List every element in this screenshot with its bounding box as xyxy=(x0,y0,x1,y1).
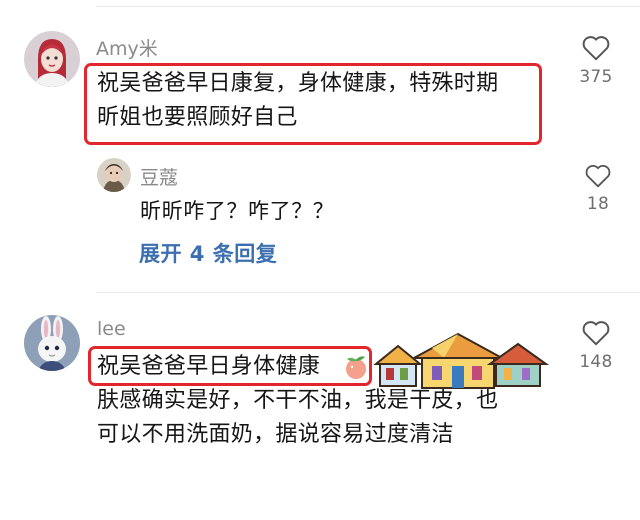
comment-line: 可以不用洗面奶，据说容易过度清洁 xyxy=(97,422,454,447)
username-amy[interactable]: Amy米 xyxy=(96,34,158,61)
like-count-lee: 148 xyxy=(579,352,613,372)
avatar-lee[interactable] xyxy=(24,315,80,371)
heart-icon xyxy=(582,36,610,61)
expand-replies-link[interactable]: 展开 4 条回复 xyxy=(139,238,277,268)
avatar-lee-image xyxy=(24,315,80,371)
avatar-amy[interactable] xyxy=(24,31,80,87)
username-doukou[interactable]: 豆蔻 xyxy=(140,163,178,190)
comment-divider xyxy=(96,292,640,293)
carnival-tent-sticker xyxy=(373,332,550,389)
like-button-doukou[interactable]: 18 xyxy=(568,163,628,214)
like-count-amy: 375 xyxy=(579,67,613,87)
reply-text-doukou: 昕昕咋了？咋了？？ xyxy=(140,199,335,223)
heart-icon xyxy=(585,164,611,188)
like-button-amy[interactable]: 375 xyxy=(566,34,626,87)
top-divider xyxy=(96,6,640,7)
heart-icon xyxy=(582,321,610,346)
like-count-doukou: 18 xyxy=(586,194,610,214)
avatar-doukou[interactable] xyxy=(97,158,131,192)
highlight-box xyxy=(88,346,372,386)
avatar-amy-image xyxy=(24,31,80,87)
highlight-box xyxy=(84,63,542,145)
like-button-lee[interactable]: 148 xyxy=(566,319,626,372)
avatar-doukou-image xyxy=(97,158,131,192)
username-lee[interactable]: lee xyxy=(97,318,126,340)
peach-emoji-icon xyxy=(346,356,366,379)
